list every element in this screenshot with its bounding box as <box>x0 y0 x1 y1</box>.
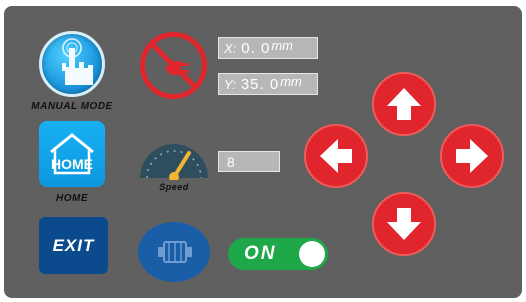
y-coordinate-display: Y: 35. 0 mm <box>218 73 318 95</box>
arrow-right-icon <box>456 139 488 173</box>
manual-mode-button[interactable] <box>39 31 105 97</box>
speed-input[interactable]: 8 <box>218 151 280 172</box>
home-label: HOME <box>56 193 88 204</box>
x-value: 0. 0 <box>241 39 271 57</box>
move-right-button[interactable] <box>440 124 504 188</box>
speed-gauge <box>137 128 211 182</box>
speed-label: Speed <box>159 182 189 192</box>
home-icon-text: HOME <box>51 156 93 172</box>
exit-button[interactable]: EXIT <box>39 217 108 274</box>
arrow-up-icon <box>387 88 421 120</box>
move-up-button[interactable] <box>372 72 436 136</box>
y-unit: mm <box>280 74 302 89</box>
arrow-left-icon <box>320 139 352 173</box>
power-toggle[interactable]: ON <box>228 238 328 270</box>
x-label: X: <box>224 40 237 56</box>
y-label: Y: <box>224 76 236 92</box>
motor-icon <box>158 241 192 263</box>
move-down-button[interactable] <box>372 192 436 256</box>
crossed-plug-icon <box>140 32 207 99</box>
toggle-knob <box>299 241 325 267</box>
home-icon <box>50 133 94 175</box>
speedometer-icon <box>140 144 208 182</box>
y-value: 35. 0 <box>240 75 280 93</box>
motor-button[interactable] <box>138 222 210 282</box>
manual-mode-label: MANUAL MODE <box>31 101 113 112</box>
disconnect-button[interactable] <box>137 29 210 102</box>
arrow-down-icon <box>387 208 421 240</box>
move-left-button[interactable] <box>304 124 368 188</box>
x-unit: mm <box>271 38 293 53</box>
x-coordinate-display: X: 0. 0 mm <box>218 37 318 59</box>
home-button[interactable]: HOME <box>39 121 105 187</box>
toggle-label: ON <box>244 243 277 264</box>
hand-touch-icon <box>62 38 93 85</box>
